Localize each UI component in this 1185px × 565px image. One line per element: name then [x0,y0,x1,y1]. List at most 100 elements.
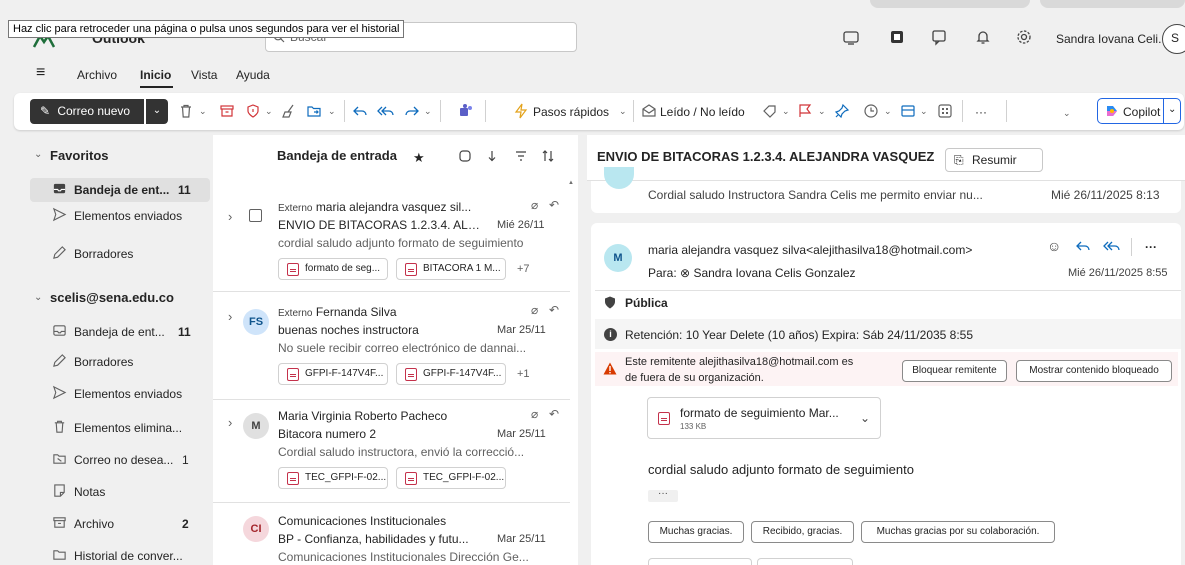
favorites-header[interactable]: Favoritos [50,148,109,163]
quick-steps-icon[interactable] [513,103,531,121]
reply-icon[interactable]: ↶ [549,303,559,317]
new-mail-button[interactable]: ✎ Correo nuevo [30,99,144,124]
category-tag-icon[interactable] [762,103,780,121]
new-mail-dropdown[interactable]: ⌄ [146,99,168,124]
copilot-dropdown-icon[interactable]: ⌄ [1168,104,1176,115]
account-header[interactable]: scelis@sena.edu.co [50,290,174,305]
more-attachments-count[interactable]: +1 [517,368,530,380]
chevron-down-icon[interactable]: ⌄ [884,106,892,117]
menu-inicio[interactable]: Inicio [140,68,171,82]
sweep-icon[interactable] [281,103,299,121]
folder-deleted[interactable]: Elementos elimina... [30,416,210,440]
envelope-open-icon[interactable] [641,103,659,121]
attachment-chip[interactable]: TEC_GFPI-F-02... [278,467,388,489]
chevron-down-icon[interactable]: ⌄ [782,106,790,117]
clock-icon[interactable] [863,103,881,121]
onenote-icon[interactable] [888,28,908,48]
chevron-down-icon[interactable]: ⌄ [34,292,42,303]
feedback-icon[interactable] [930,28,950,48]
folder-archive[interactable]: Archivo 2 [30,512,210,536]
teams-icon[interactable] [458,103,476,121]
folder-drafts[interactable]: Borradores [30,350,210,374]
chevron-down-icon[interactable]: ⌄ [860,411,870,425]
folder-notes[interactable]: Notas [30,480,210,504]
attachment-chip[interactable]: GFPI-F-147V4F... [278,363,388,385]
expand-chevron-icon[interactable]: › [228,415,232,430]
more-attachments-count[interactable]: +7 [517,263,530,275]
report-icon[interactable] [245,103,263,121]
reply-icon[interactable]: ↶ [549,198,559,212]
chevron-down-icon[interactable]: ⌄ [818,106,826,117]
reply-icon[interactable] [1075,238,1091,254]
forward-icon[interactable] [404,103,422,121]
chevron-down-icon[interactable]: ⌄ [328,106,336,117]
chevron-down-icon[interactable]: ⌄ [424,106,432,117]
more-actions-button[interactable]: ··· [1145,240,1157,254]
expand-chevron-icon[interactable]: › [228,209,232,224]
user-name[interactable]: Sandra Iovana Celi... [1056,32,1168,46]
read-unread-label[interactable]: Leído / No leído [660,105,745,119]
menu-ayuda[interactable]: Ayuda [236,68,270,82]
reply-icon[interactable] [352,103,370,121]
menu-archivo[interactable]: Archivo [77,68,117,82]
flag-icon[interactable] [797,103,815,121]
jump-to-icon[interactable] [485,149,499,163]
list-item[interactable]: CI Comunicaciones Institucionales BP - C… [213,504,570,565]
folder-favorites-sent[interactable]: Elementos enviados [30,204,210,228]
expand-chevron-icon[interactable]: › [228,309,232,324]
attachment-chip[interactable]: GFPI-F-147V4F... [396,363,506,385]
reply-icon[interactable]: ↶ [549,407,559,421]
select-mode-icon[interactable] [458,149,472,163]
more-options-button[interactable]: ··· [975,105,987,119]
show-trimmed-content-button[interactable]: ··· [648,489,678,502]
cutoff-button[interactable] [648,558,752,565]
hamburger-icon[interactable]: ≡ [36,64,45,82]
attachment-card[interactable]: formato de seguimiento Mar... 133 KB ⌄ [647,397,881,439]
user-avatar[interactable]: S [1162,24,1185,54]
meet-now-icon[interactable] [842,28,862,48]
move-to-icon[interactable] [306,103,324,121]
select-checkbox[interactable] [249,209,262,222]
chevron-down-icon[interactable]: ⌄ [920,106,928,117]
quick-reply-button[interactable]: Muchas gracias. [648,521,744,543]
quick-reply-button[interactable]: Muchas gracias por su colaboración. [861,521,1055,543]
emoji-reaction-icon[interactable]: ☺ [1047,238,1061,254]
reply-all-icon[interactable] [377,103,395,121]
rules-icon[interactable] [900,103,918,121]
folder-favorites-drafts[interactable]: Borradores [30,242,210,266]
reply-all-icon[interactable] [1103,238,1121,254]
summarize-button[interactable]: ⎘ Resumir [945,148,1043,172]
collapsed-message[interactable]: Cordial saludo Instructora Sandra Celis … [591,167,1181,213]
quick-steps-label[interactable]: Pasos rápidos [533,105,609,119]
folder-inbox[interactable]: Bandeja de ent... 11 [30,320,210,344]
sort-icon[interactable] [541,149,555,163]
filter-icon[interactable] [514,149,528,163]
chevron-down-icon[interactable]: ⌄ [34,149,42,160]
chevron-down-icon[interactable]: ⌄ [199,106,207,117]
attachment-chip[interactable]: BITACORA 1 M... [396,258,506,280]
recipient-name[interactable]: Sandra Iovana Celis Gonzalez [693,266,855,280]
apps-icon[interactable] [937,103,955,121]
attachment-chip[interactable]: formato de seg... [278,258,388,280]
folder-sent[interactable]: Elementos enviados [30,382,210,406]
menu-vista[interactable]: Vista [191,68,217,82]
bell-icon[interactable] [974,28,994,48]
attachment-chip[interactable]: TEC_GFPI-F-02... [396,467,506,489]
show-blocked-content-button[interactable]: Mostrar contenido bloqueado [1016,360,1172,382]
folder-favorites-inbox[interactable]: Bandeja de ent... 11 [30,178,210,202]
star-icon[interactable]: ★ [413,150,425,166]
quick-reply-button[interactable]: Recibido, gracias. [751,521,854,543]
folder-junk[interactable]: Correo no desea... 1 [30,448,210,472]
list-item[interactable]: › M Maria Virginia Roberto Pacheco ⌀ ↶ B… [213,401,570,503]
delete-icon[interactable] [178,103,196,121]
ribbon-expand-icon[interactable]: ⌄ [1063,108,1071,119]
list-item[interactable]: › FS Externo Fernanda Silva ⌀ ↶ buenas n… [213,293,570,400]
scroll-up-arrow[interactable]: ▲ [568,180,574,186]
folder-history[interactable]: Historial de conver... [30,544,210,565]
sender-address[interactable]: maria alejandra vasquez silva<alejithasi… [648,243,972,257]
chevron-down-icon[interactable]: ⌄ [619,106,627,117]
archive-icon[interactable] [219,103,237,121]
list-item[interactable]: › Externo maria alejandra vasquez sil...… [213,192,570,292]
block-sender-button[interactable]: Bloquear remitente [902,360,1007,382]
chevron-down-icon[interactable]: ⌄ [265,106,273,117]
